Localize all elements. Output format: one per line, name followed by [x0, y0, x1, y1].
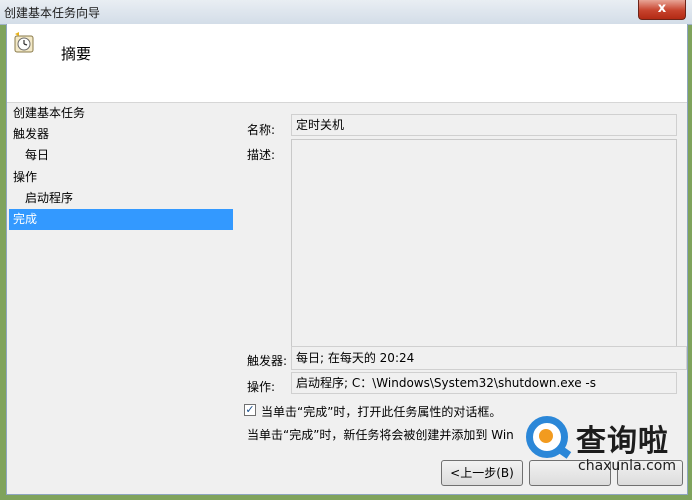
- finish-note: 当单击“完成”时，新任务将会被创建并添加到 Win: [247, 428, 514, 442]
- task-clock-icon: [14, 32, 34, 53]
- wizard-steps: 创建基本任务 触发器 每日 操作 启动程序 完成: [7, 103, 235, 494]
- watermark-text: 查询啦: [576, 424, 669, 459]
- description-label: 描述:: [247, 148, 276, 162]
- step-create-basic-task[interactable]: 创建基本任务: [9, 103, 233, 124]
- open-properties-label: 当单击“完成”时，打开此任务属性的对话框。: [261, 405, 502, 419]
- step-start-program[interactable]: 启动程序: [9, 188, 233, 209]
- logo-dot: [539, 429, 553, 443]
- close-button[interactable]: x: [638, 0, 686, 20]
- logo-tail: [556, 445, 572, 459]
- watermark-domain: chaxunla.com: [578, 458, 676, 474]
- action-label: 操作:: [247, 380, 276, 394]
- step-action[interactable]: 操作: [9, 167, 233, 188]
- description-field[interactable]: [291, 139, 677, 347]
- title-bar: 创建基本任务向导 x: [0, 0, 692, 25]
- step-daily[interactable]: 每日: [9, 145, 233, 166]
- close-icon: x: [657, 1, 667, 16]
- step-finish[interactable]: 完成: [9, 209, 233, 230]
- open-properties-checkbox[interactable]: ✓: [244, 404, 256, 416]
- back-button[interactable]: <上一步(B): [441, 460, 523, 486]
- step-trigger[interactable]: 触发器: [9, 124, 233, 145]
- name-field[interactable]: 定时关机: [291, 114, 677, 136]
- header-panel: 摘要: [7, 24, 687, 103]
- watermark-logo: 查询啦 chaxunla.com: [518, 410, 688, 494]
- window-title: 创建基本任务向导: [4, 6, 101, 20]
- action-field[interactable]: 启动程序; C：\Windows\System32\shutdown.exe -…: [291, 372, 677, 394]
- name-label: 名称:: [247, 123, 276, 137]
- trigger-field[interactable]: 每日; 在每天的 20:24: [291, 346, 687, 370]
- trigger-label: 触发器:: [247, 354, 288, 368]
- page-title: 摘要: [61, 45, 92, 63]
